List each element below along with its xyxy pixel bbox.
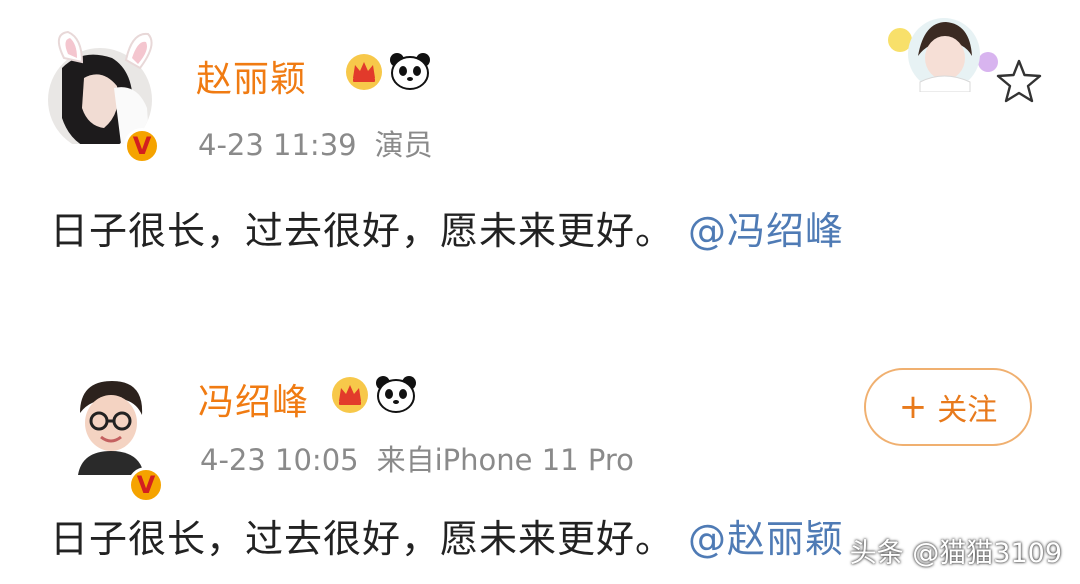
watermark: 头条 @猫猫3109	[849, 538, 1062, 569]
post-timestamp: 4-23 11:39	[198, 128, 357, 162]
star-icon[interactable]	[996, 58, 1042, 104]
crown-icon	[346, 54, 382, 90]
weibo-post-1: V 赵丽颖 4-23 11:39 演员 日子很长，过去很好，愿未来更好。 @冯绍峰	[0, 0, 1080, 300]
avatar-image	[62, 378, 158, 475]
post-source: 来自iPhone 11 Pro	[376, 443, 634, 477]
post-meta: 4-23 10:05 来自iPhone 11 Pro	[200, 437, 634, 479]
decorative-avatar-card	[888, 18, 998, 92]
post-content: 日子很长，过去很好，愿未来更好。 @冯绍峰	[50, 200, 844, 255]
user-avatar[interactable]: V	[42, 28, 160, 164]
post-text: 日子很长，过去很好，愿未来更好。	[50, 209, 675, 253]
post-meta: 4-23 11:39 演员	[198, 122, 433, 164]
mention-link[interactable]: @赵丽颖	[688, 517, 844, 561]
crown-icon	[332, 377, 368, 413]
post-text: 日子很长，过去很好，愿未来更好。	[50, 517, 675, 561]
post-source: 演员	[374, 128, 433, 162]
follow-label: 关注	[937, 393, 998, 428]
user-avatar[interactable]: V	[58, 371, 168, 503]
panda-icon	[390, 53, 430, 90]
follow-button[interactable]: + 关注	[864, 368, 1032, 446]
avatar-image	[48, 30, 153, 144]
username[interactable]: 冯绍峰	[198, 373, 309, 425]
username[interactable]: 赵丽颖	[196, 50, 307, 102]
plus-icon: +	[898, 387, 928, 427]
verified-badge-icon: V	[128, 467, 164, 503]
mention-link[interactable]: @冯绍峰	[688, 209, 844, 253]
post-content: 日子很长，过去很好，愿未来更好。 @赵丽颖	[50, 508, 844, 563]
panda-icon	[376, 376, 416, 413]
post-timestamp: 4-23 10:05	[200, 443, 359, 477]
verified-badge-icon: V	[124, 128, 160, 164]
